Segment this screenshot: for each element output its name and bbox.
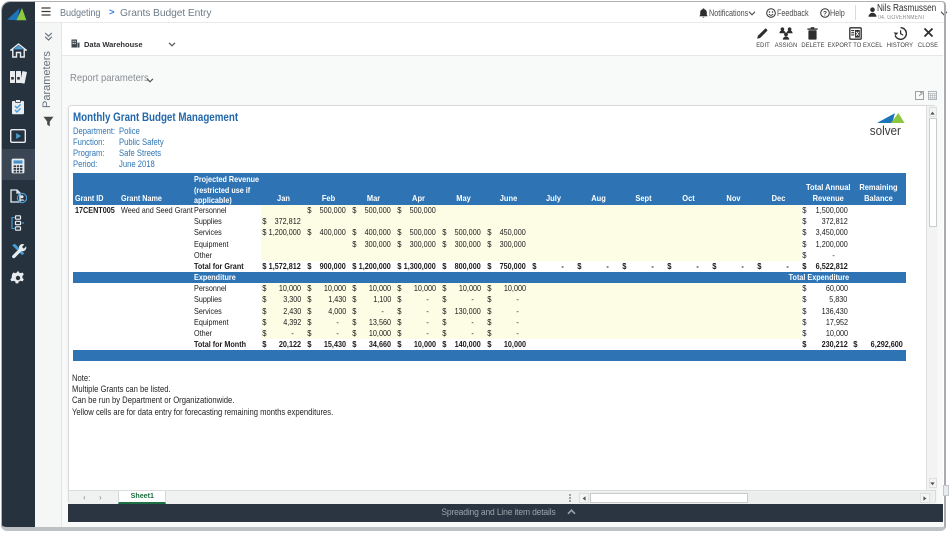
svg-text:?: ?: [823, 10, 827, 17]
